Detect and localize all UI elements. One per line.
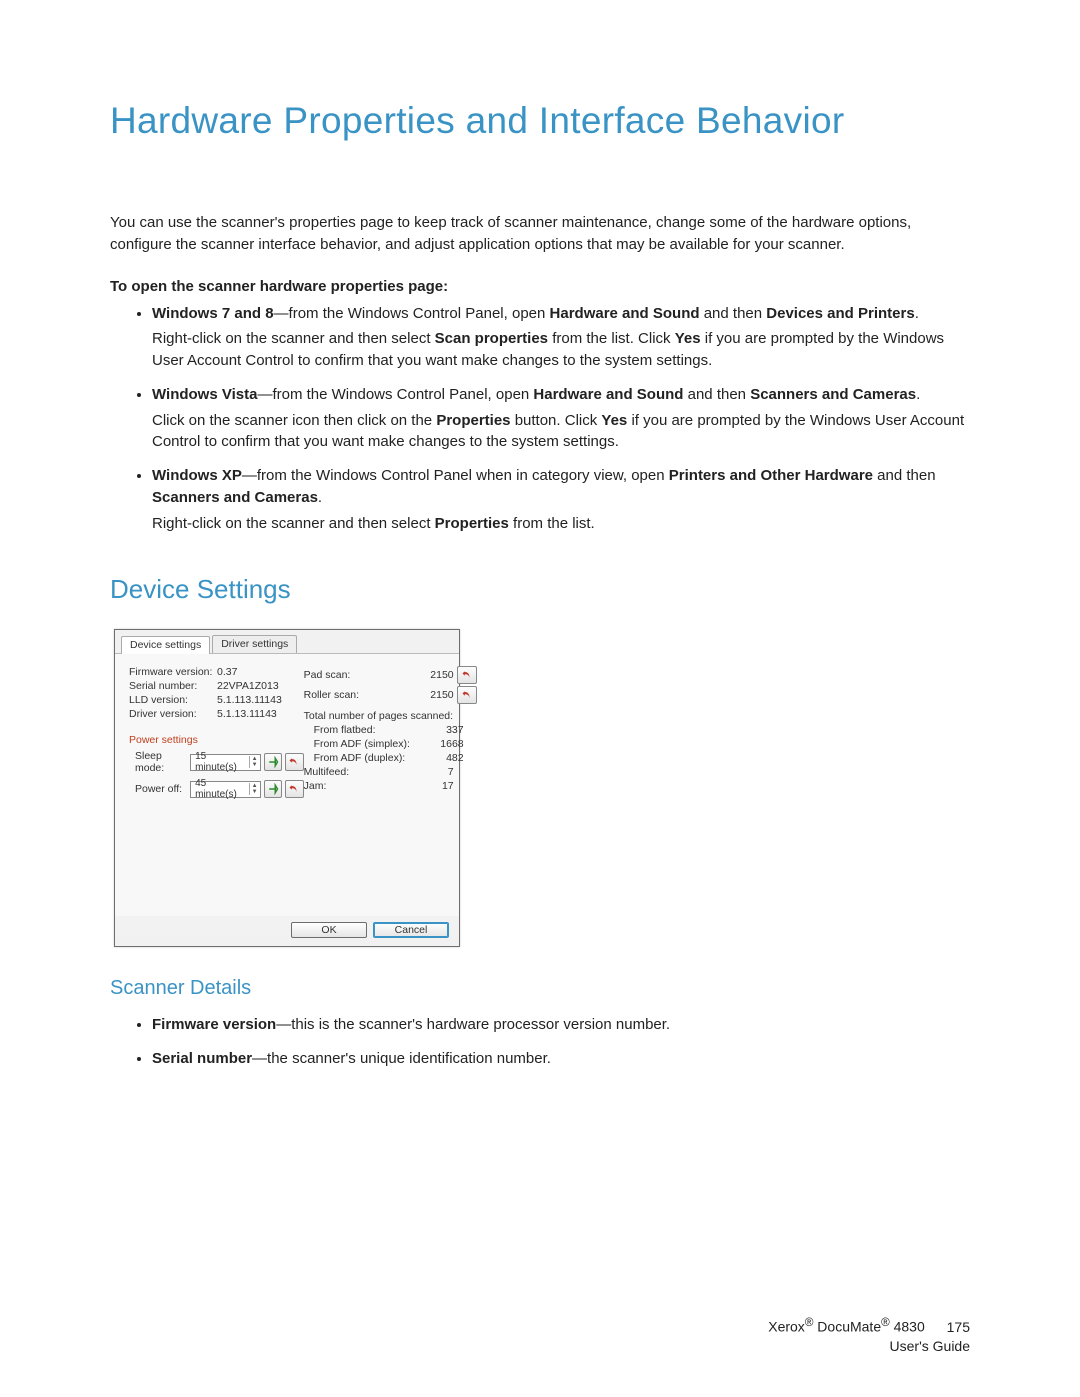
scanner-info-column: Firmware version:0.37 Serial number:22VP… [129,664,304,910]
page-footer: Xerox® DocuMate® 4830 175 User's Guide [768,1315,970,1357]
list-item: Firmware version—this is the scanner's h… [152,1014,970,1036]
sleep-mode-spinner[interactable]: 15 minute(s) ▲▼ [190,754,260,771]
firmware-value: 0.37 [217,666,237,678]
pad-scan-label: Pad scan: [304,669,420,681]
firmware-label: Firmware version: [129,666,217,678]
os-name: Windows XP [152,467,242,484]
enter-arrow-icon [267,756,279,768]
poweroff-reset-button[interactable] [285,780,304,798]
instruction-list: Windows 7 and 8—from the Windows Control… [110,303,970,535]
power-off-spinner[interactable]: 45 minute(s) ▲▼ [190,781,260,798]
from-adf-simplex-label: From ADF (simplex): [304,738,430,750]
poweroff-apply-button[interactable] [264,780,283,798]
total-pages-heading: Total number of pages scanned: [304,710,477,722]
counters-column: Pad scan: 2150 Roller scan: 2150 Total [304,664,477,910]
page-number: 175 [947,1318,970,1338]
undo-arrow-icon [461,669,473,681]
os-name: Windows 7 and 8 [152,305,274,322]
list-item: Windows XP—from the Windows Control Pane… [152,465,970,534]
lld-label: LLD version: [129,694,217,706]
sleep-apply-button[interactable] [264,753,283,771]
section-heading-device-settings: Device Settings [110,574,970,605]
spinner-arrows-icon[interactable]: ▲▼ [249,783,260,795]
multifeed-value: 7 [420,766,454,778]
intro-paragraph: You can use the scanner's properties pag… [110,212,970,256]
from-adf-duplex-value: 482 [430,752,464,764]
roller-scan-reset-button[interactable] [457,686,477,704]
scanner-details-list: Firmware version—this is the scanner's h… [110,1014,970,1070]
list-item: Windows 7 and 8—from the Windows Control… [152,303,970,372]
properties-dialog: Device settings Driver settings Firmware… [114,629,460,947]
from-adf-duplex-label: From ADF (duplex): [304,752,430,764]
roller-scan-label: Roller scan: [304,689,420,701]
serial-label: Serial number: [129,680,217,692]
pad-scan-reset-button[interactable] [457,666,477,684]
spinner-arrows-icon[interactable]: ▲▼ [249,756,260,768]
dialog-tabs: Device settings Driver settings [115,630,459,654]
serial-value: 22VPA1Z013 [217,680,279,692]
power-settings-heading: Power settings [129,734,304,746]
page-title: Hardware Properties and Interface Behavi… [110,100,970,142]
enter-arrow-icon [267,783,279,795]
os-name: Windows Vista [152,386,257,403]
list-item: Windows Vista—from the Windows Control P… [152,384,970,453]
ok-button[interactable]: OK [291,922,367,938]
undo-arrow-icon [288,756,300,768]
power-off-label: Power off: [129,783,190,795]
section-heading-scanner-details: Scanner Details [110,977,970,1000]
driver-label: Driver version: [129,708,217,720]
undo-arrow-icon [288,783,300,795]
sleep-mode-label: Sleep mode: [129,750,190,774]
pad-scan-value: 2150 [420,669,454,681]
instruction-heading: To open the scanner hardware properties … [110,278,970,295]
tab-device-settings[interactable]: Device settings [121,636,210,654]
from-adf-simplex-value: 1668 [430,738,464,750]
tab-driver-settings[interactable]: Driver settings [212,635,297,653]
lld-value: 5.1.113.11143 [217,694,282,706]
multifeed-label: Multifeed: [304,766,420,778]
cancel-button[interactable]: Cancel [373,922,449,938]
jam-label: Jam: [304,780,420,792]
from-flatbed-value: 337 [430,724,464,736]
roller-scan-value: 2150 [420,689,454,701]
undo-arrow-icon [461,689,473,701]
list-item: Serial number—the scanner's unique ident… [152,1048,970,1070]
sleep-reset-button[interactable] [285,753,304,771]
driver-value: 5.1.13.11143 [217,708,277,720]
from-flatbed-label: From flatbed: [304,724,430,736]
jam-value: 17 [420,780,454,792]
footer-guide-label: User's Guide [768,1337,970,1357]
